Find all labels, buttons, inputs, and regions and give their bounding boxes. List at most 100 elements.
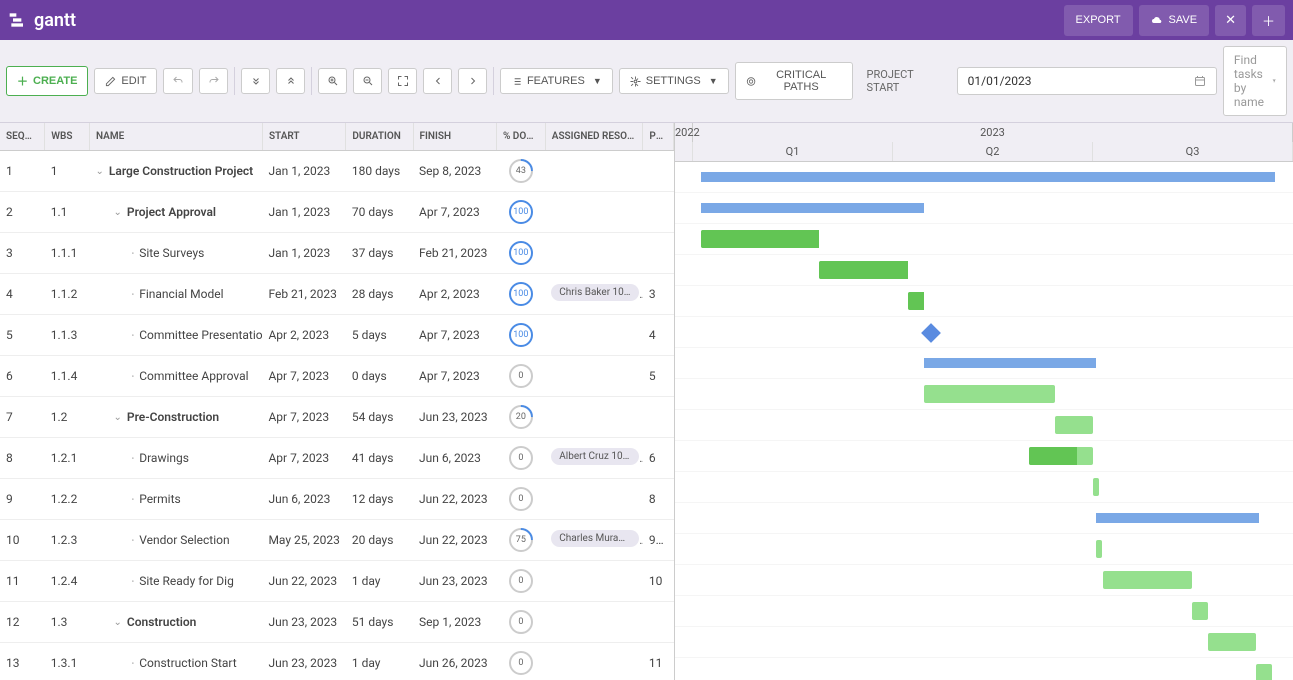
gantt-bar[interactable] (701, 172, 1275, 182)
col-header-duration[interactable]: DURATION (346, 123, 413, 151)
cell-name[interactable]: ⌄Pre-Construction (90, 397, 263, 438)
gantt-bar[interactable] (924, 358, 1096, 368)
table-row[interactable]: 81.2.1•DrawingsApr 7, 202341 daysJun 6, … (0, 438, 674, 479)
cell-assigned (545, 397, 643, 438)
col-header-finish[interactable]: FINISH (413, 123, 496, 151)
toolbar: ＋CREATE EDIT FEATURES▼ SETTINGS▼ CRITICA… (0, 40, 1293, 123)
chevron-down-icon[interactable]: ⌄ (96, 166, 104, 177)
col-header-assigned[interactable]: ASSIGNED RESOUR... (545, 123, 643, 151)
table-row[interactable]: 11⌄Large Construction ProjectJan 1, 2023… (0, 151, 674, 192)
cell-pred: 6 (643, 438, 674, 479)
gantt-bar[interactable] (908, 292, 924, 310)
prev-button[interactable] (423, 68, 452, 94)
cell-assigned (545, 561, 643, 602)
features-dropdown[interactable]: FEATURES▼ (500, 68, 613, 94)
cell-duration: 12 days (346, 479, 413, 520)
table-row[interactable]: 101.2.3•Vendor SelectionMay 25, 202320 d… (0, 520, 674, 561)
cell-finish: Apr 2, 2023 (413, 274, 496, 315)
table-row[interactable]: 121.3⌄ConstructionJun 23, 202351 daysSep… (0, 602, 674, 643)
create-label: CREATE (33, 75, 77, 87)
gantt-bar[interactable] (924, 385, 1055, 403)
progress-badge: 20 (509, 405, 533, 429)
gantt-bar[interactable] (1029, 447, 1093, 465)
gantt-row (675, 255, 1293, 286)
chevron-down-icon[interactable]: ⌄ (114, 412, 122, 423)
cell-name[interactable]: •Permits (90, 479, 263, 520)
collapse-all-button[interactable] (276, 68, 305, 94)
gantt-bar[interactable] (1256, 664, 1272, 680)
gantt-bar[interactable] (1096, 513, 1259, 523)
cell-start: Jan 1, 2023 (262, 192, 345, 233)
toolbar-divider (493, 67, 494, 95)
main-content: SEQU... WBS NAME START DURATION FINISH %… (0, 123, 1293, 680)
milestone-diamond[interactable] (921, 323, 941, 343)
gantt-bar[interactable] (1103, 571, 1192, 589)
bullet-icon: • (132, 536, 135, 545)
cell-finish: Sep 1, 2023 (413, 602, 496, 643)
cell-name[interactable]: •Site Surveys (90, 233, 263, 274)
create-button[interactable]: ＋CREATE (6, 66, 88, 96)
chevron-down-icon[interactable]: ⌄ (114, 617, 122, 628)
table-row[interactable]: 91.2.2•PermitsJun 6, 202312 daysJun 22, … (0, 479, 674, 520)
cell-start: Feb 21, 2023 (262, 274, 345, 315)
col-header-done[interactable]: % DONE (496, 123, 545, 151)
cell-assigned (545, 192, 643, 233)
table-row[interactable]: 41.1.2•Financial ModelFeb 21, 202328 day… (0, 274, 674, 315)
next-button[interactable] (458, 68, 487, 94)
cell-start: Jan 1, 2023 (262, 151, 345, 192)
cell-name[interactable]: ⌄Construction (90, 602, 263, 643)
zoom-out-button[interactable] (353, 68, 382, 94)
progress-badge: 0 (509, 569, 533, 593)
save-button[interactable]: SAVE (1139, 5, 1210, 36)
gantt-timeline[interactable]: 2022 2023 Q1 Q2 Q3 (675, 123, 1293, 680)
redo-button[interactable] (199, 68, 228, 94)
project-start-input[interactable]: 01/01/2023 (957, 67, 1217, 95)
gantt-bar[interactable] (1055, 416, 1093, 434)
table-row[interactable]: 111.2.4•Site Ready for DigJun 22, 20231 … (0, 561, 674, 602)
cell-name[interactable]: •Site Ready for Dig (90, 561, 263, 602)
settings-dropdown[interactable]: SETTINGS▼ (619, 68, 729, 94)
col-header-wbs[interactable]: WBS (45, 123, 90, 151)
gantt-bar[interactable] (1192, 602, 1208, 620)
table-row[interactable]: 31.1.1•Site SurveysJan 1, 202337 daysFeb… (0, 233, 674, 274)
edit-button[interactable]: EDIT (94, 68, 157, 94)
export-button[interactable]: EXPORT (1064, 5, 1133, 36)
cell-pred: 5 (643, 356, 674, 397)
expand-all-button[interactable] (241, 68, 270, 94)
table-row[interactable]: 71.2⌄Pre-ConstructionApr 7, 202354 daysJ… (0, 397, 674, 438)
col-header-start[interactable]: START (262, 123, 345, 151)
table-row[interactable]: 21.1⌄Project ApprovalJan 1, 202370 daysA… (0, 192, 674, 233)
progress-badge: 100 (509, 323, 533, 347)
table-row[interactable]: 131.3.1•Construction StartJun 23, 20231 … (0, 643, 674, 680)
col-header-pred[interactable]: PRE... (643, 123, 674, 151)
cell-duration: 1 day (346, 643, 413, 680)
gantt-bar[interactable] (701, 203, 924, 213)
undo-button[interactable] (163, 68, 192, 94)
col-header-seq[interactable]: SEQU... (0, 123, 45, 151)
gantt-bar[interactable] (1093, 478, 1099, 496)
cell-name[interactable]: •Vendor Selection (90, 520, 263, 561)
zoom-in-button[interactable] (318, 68, 347, 94)
chevron-down-icon[interactable]: ⌄ (114, 207, 122, 218)
close-button[interactable]: ✕ (1215, 5, 1246, 36)
add-button[interactable]: ＋ (1252, 5, 1285, 36)
cell-name[interactable]: •Financial Model (90, 274, 263, 315)
search-input[interactable]: Find tasks by name (1223, 46, 1287, 116)
col-header-name[interactable]: NAME (90, 123, 263, 151)
gantt-bar[interactable] (701, 230, 819, 248)
cell-name[interactable]: •Committee Approval (90, 356, 263, 397)
cell-name[interactable]: •Construction Start (90, 643, 263, 680)
gantt-bar[interactable] (1208, 633, 1256, 651)
table-row[interactable]: 51.1.3•Committee PresentationApr 2, 2023… (0, 315, 674, 356)
gantt-bar[interactable] (819, 261, 908, 279)
table-row[interactable]: 61.1.4•Committee ApprovalApr 7, 20230 da… (0, 356, 674, 397)
timeline-header: 2022 2023 Q1 Q2 Q3 (675, 123, 1293, 162)
zoom-fit-button[interactable] (388, 68, 417, 94)
cell-name[interactable]: ⌄Large Construction Project (90, 151, 263, 192)
cell-name[interactable]: •Committee Presentation (90, 315, 263, 356)
cell-seq: 12 (0, 602, 45, 643)
critical-paths-button[interactable]: CRITICAL PATHS (735, 62, 853, 100)
gantt-bar[interactable] (1096, 540, 1102, 558)
cell-name[interactable]: ⌄Project Approval (90, 192, 263, 233)
cell-name[interactable]: •Drawings (90, 438, 263, 479)
